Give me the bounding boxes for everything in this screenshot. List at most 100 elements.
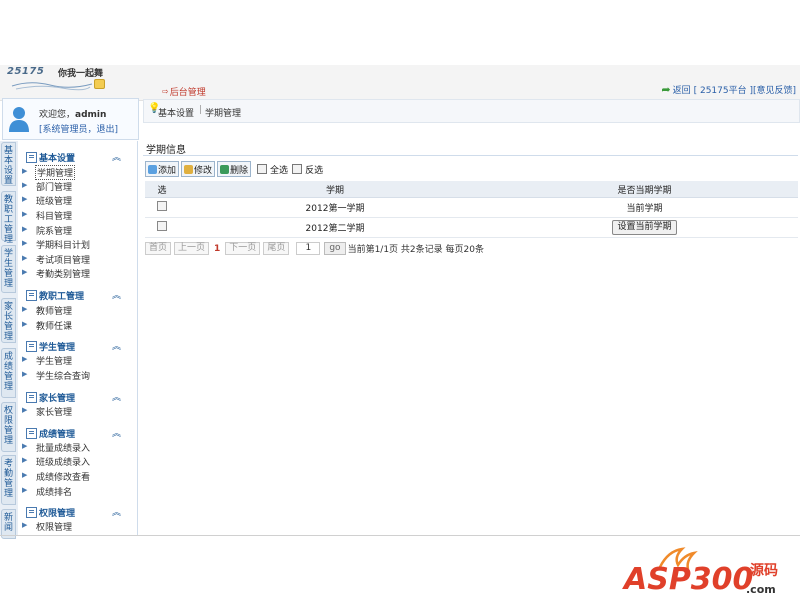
collapse-icon[interactable]: ︽: [112, 505, 121, 518]
document-icon: [26, 341, 37, 352]
invert-checkbox[interactable]: [292, 164, 303, 174]
vtab-score[interactable]: 成绩管理: [1, 348, 16, 398]
triangle-right-icon: ▶: [22, 355, 28, 363]
menu-item-dept[interactable]: ▶ 部门管理: [18, 180, 137, 193]
menu-item-term[interactable]: ▶ 学期管理: [18, 165, 137, 180]
menu-item-faculty[interactable]: ▶ 院系管理: [18, 224, 137, 237]
vtab-permission[interactable]: 权限管理: [1, 402, 16, 452]
logout-link[interactable]: 退出]: [97, 125, 119, 135]
menu-item-class-score[interactable]: ▶ 班级成绩录入: [18, 455, 137, 468]
triangle-right-icon: ▶: [22, 167, 28, 175]
pager-last[interactable]: 尾页: [263, 242, 290, 255]
breadcrumb: 💡 基本设置 | 学期管理: [143, 99, 800, 123]
back-link[interactable]: 返回: [673, 83, 691, 96]
vtab-student[interactable]: 学生管理: [1, 245, 16, 293]
edit-icon: [184, 164, 194, 174]
row-checkbox[interactable]: [157, 221, 167, 231]
menu-group-label: 家长管理: [39, 394, 76, 404]
menu-item-student-query[interactable]: ▶ 学生综合查询: [18, 369, 137, 382]
menu-item-score-edit[interactable]: ▶ 成绩修改查看: [18, 470, 137, 483]
collapse-icon[interactable]: ︽: [112, 390, 121, 403]
page-input[interactable]: 1: [296, 242, 321, 255]
vtab-basic[interactable]: 基本设置: [1, 142, 16, 186]
breadcrumb-root[interactable]: ⇨ 后台管理: [162, 85, 206, 98]
menu-item-permission[interactable]: ▶ 权限管理: [18, 520, 137, 533]
menu-item-teacher[interactable]: ▶ 教师管理: [18, 304, 137, 317]
menu-item-label: 班级管理: [36, 197, 73, 207]
menu-group-basic[interactable]: 基本设置 ︽: [18, 150, 137, 164]
menu-group-score[interactable]: 成绩管理 ︽: [18, 426, 137, 440]
menu-group-label: 权限管理: [39, 509, 76, 519]
triangle-right-icon: ▶: [22, 521, 28, 529]
feedback-link[interactable]: [意见反馈]: [753, 83, 796, 96]
menu-item-label: 考试项目管理: [36, 256, 91, 266]
menu-item-attendance-type[interactable]: ▶ 考勤类别管理: [18, 267, 137, 280]
col-select: 选: [145, 181, 179, 198]
edit-button[interactable]: 修改: [181, 161, 216, 177]
col-current: 是否当期学期: [491, 181, 798, 198]
menu-item-subject[interactable]: ▶ 科目管理: [18, 209, 137, 222]
platform-link[interactable]: [ 25175平台 ]: [694, 83, 753, 96]
user-panel: 欢迎您，admin [系统管理员，退出]: [2, 98, 139, 140]
collapse-icon[interactable]: ︽: [112, 288, 121, 301]
add-button[interactable]: 添加: [145, 161, 180, 177]
triangle-right-icon: ▶: [22, 254, 28, 262]
menu-group-student[interactable]: 学生管理 ︽: [18, 339, 137, 353]
arrow-right-icon: ⇨: [162, 87, 169, 96]
pager-prev[interactable]: 上一页: [174, 242, 210, 255]
menu-group-parent[interactable]: 家长管理 ︽: [18, 390, 137, 404]
vtab-staff[interactable]: 教职工管理: [1, 191, 16, 245]
set-current-term-button[interactable]: 设置当前学期: [612, 220, 677, 235]
menu-group-staff[interactable]: 教职工管理 ︽: [18, 288, 137, 302]
user-avatar-icon: [9, 107, 29, 132]
toolbar: 添加 修改 删除 全选 反选: [145, 160, 798, 178]
pager-next[interactable]: 下一页: [225, 242, 261, 255]
menu-item-score-rank[interactable]: ▶ 成绩排名: [18, 485, 137, 498]
triangle-right-icon: ▶: [22, 442, 28, 450]
document-icon: [26, 152, 37, 163]
table-row: 2012第一学期 当前学期: [145, 197, 798, 218]
menu-group-permission[interactable]: 权限管理 ︽: [18, 505, 137, 519]
menu-item-batch-score[interactable]: ▶ 批量成绩录入: [18, 441, 137, 454]
menu-item-label: 批量成绩录入: [36, 444, 91, 454]
term-cell: 2012第一学期: [179, 197, 491, 218]
collapse-icon[interactable]: ︽: [112, 150, 121, 163]
menu-item-exam[interactable]: ▶ 考试项目管理: [18, 253, 137, 266]
pager: 首页 上一页 1 下一页 尾页 1 go 当前第1/1页 共2条记录 每页20条: [145, 242, 484, 255]
select-all-checkbox[interactable]: [257, 164, 268, 174]
delete-button-label: 删除: [230, 165, 249, 176]
menu-group-label: 基本设置: [39, 154, 76, 164]
menu-item-class[interactable]: ▶ 班级管理: [18, 194, 137, 207]
breadcrumb-separator: |: [199, 105, 203, 115]
user-links: [系统管理员，退出]: [39, 122, 118, 135]
menu-item-label: 学期科目计划: [36, 241, 91, 251]
triangle-right-icon: ▶: [22, 195, 28, 203]
menu-item-label: 院系管理: [36, 227, 73, 237]
triangle-right-icon: ▶: [22, 268, 28, 276]
menu-item-term-plan[interactable]: ▶ 学期科目计划: [18, 238, 137, 251]
menu-group-label: 学生管理: [39, 343, 76, 353]
breadcrumb-level1[interactable]: 基本设置: [158, 106, 194, 119]
pager-first[interactable]: 首页: [145, 242, 172, 255]
logo-brand: 25175: [7, 66, 45, 77]
term-cell: 2012第二学期: [179, 217, 491, 238]
triangle-right-icon: ▶: [22, 210, 28, 218]
vtab-attendance[interactable]: 考勤管理: [1, 455, 16, 505]
menu-item-label: 学期管理: [35, 165, 76, 180]
watermark-logo: ASP300 源码 .com: [622, 547, 778, 597]
menu-item-label: 班级成绩录入: [36, 458, 91, 468]
menu-item-parent[interactable]: ▶ 家长管理: [18, 405, 137, 418]
role-link[interactable]: [系统管理员，: [39, 125, 97, 135]
welcome-text: 欢迎您，admin: [39, 107, 106, 120]
menu-item-label: 学生管理: [36, 357, 73, 367]
row-checkbox[interactable]: [157, 201, 167, 211]
delete-button[interactable]: 删除: [217, 161, 252, 177]
menu-item-student[interactable]: ▶ 学生管理: [18, 354, 137, 367]
go-button[interactable]: go: [324, 242, 346, 255]
collapse-icon[interactable]: ︽: [112, 426, 121, 439]
menu-item-teaching[interactable]: ▶ 教师任课: [18, 319, 137, 332]
collapse-icon[interactable]: ︽: [112, 339, 121, 352]
triangle-right-icon: ▶: [22, 471, 28, 479]
table-row: 2012第二学期 设置当前学期: [145, 217, 798, 238]
vtab-parent[interactable]: 家长管理: [1, 298, 16, 343]
